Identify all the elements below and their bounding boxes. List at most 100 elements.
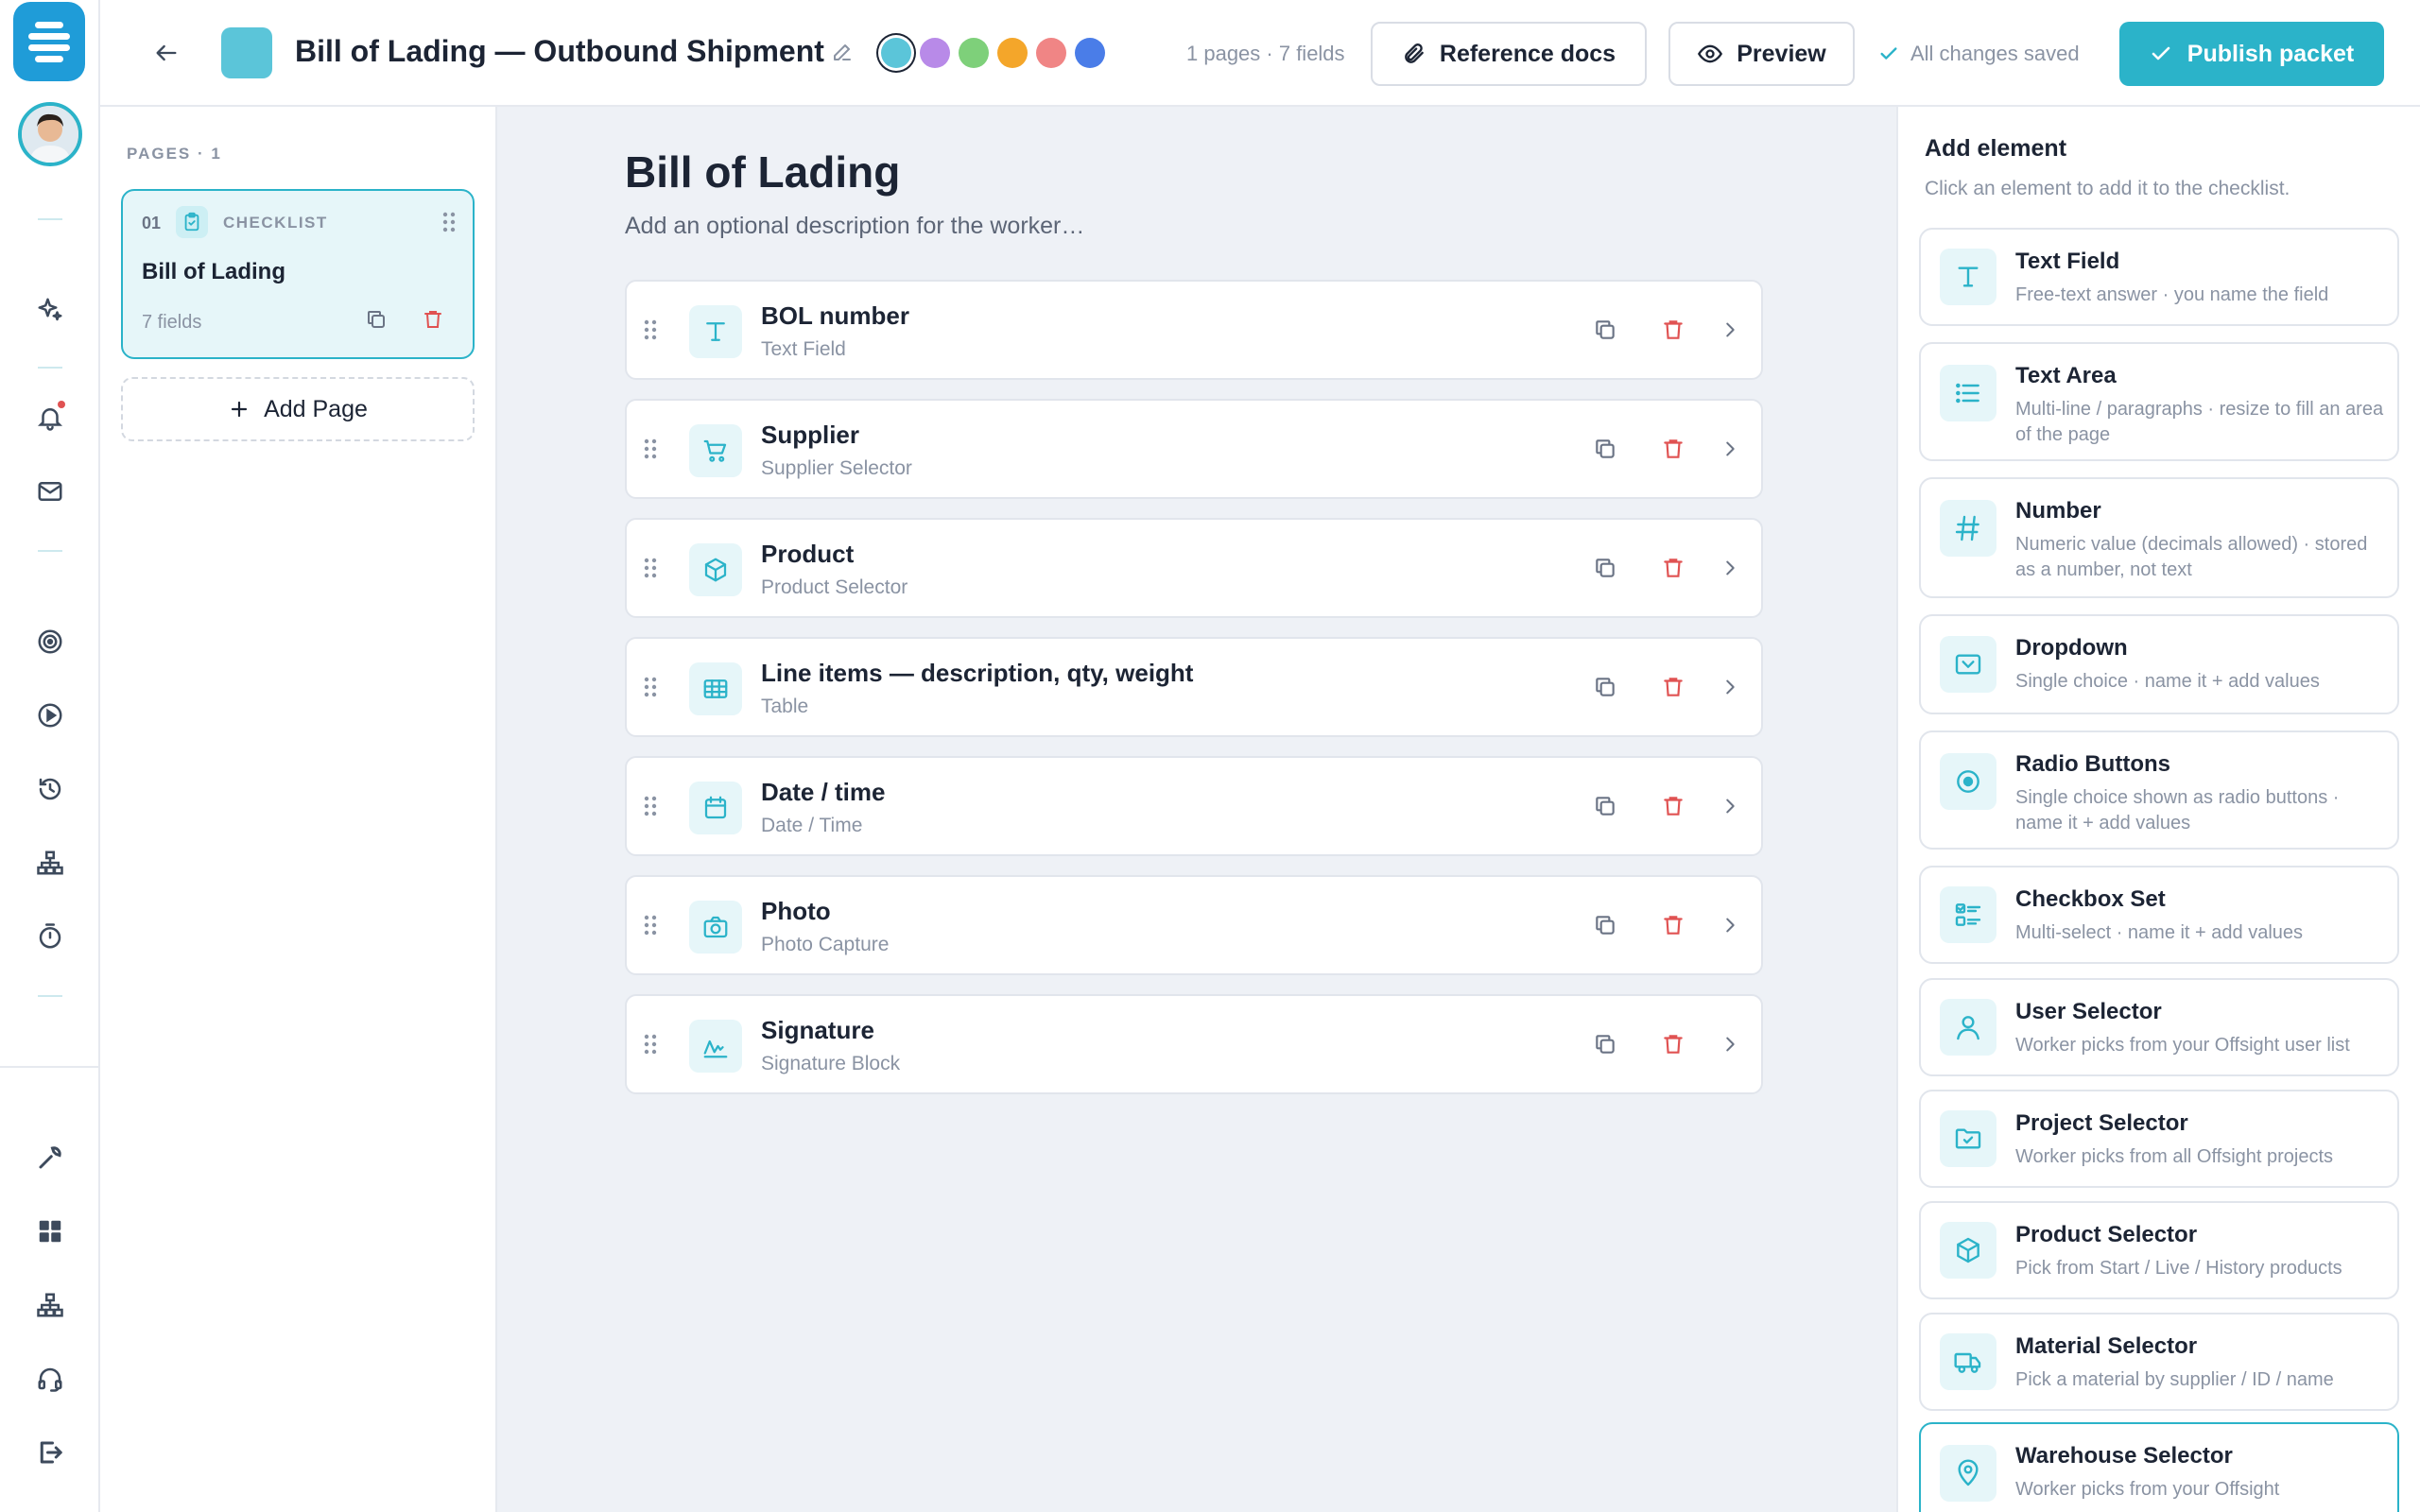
preview-button[interactable]: Preview [1668,22,1855,86]
rail-divider [38,367,62,369]
hierarchy-icon[interactable] [31,844,69,882]
chevron-right-icon[interactable] [1720,558,1740,578]
org-chart-icon[interactable] [31,1286,69,1324]
reference-docs-button[interactable]: Reference docs [1371,22,1647,86]
user-avatar[interactable] [18,102,82,166]
drag-handle-icon[interactable] [644,915,657,936]
color-option[interactable] [920,38,950,68]
publish-packet-button[interactable]: Publish packet [2119,22,2384,86]
color-option[interactable] [959,38,989,68]
bell-icon[interactable] [31,399,69,437]
packet-color-swatch[interactable] [221,27,272,78]
trash-icon[interactable] [422,308,444,331]
element-card[interactable]: Radio Buttons Single choice shown as radi… [1919,730,2399,850]
trash-icon[interactable] [1661,437,1685,461]
history-icon[interactable] [31,770,69,808]
page-heading[interactable]: Bill of Lading [625,146,900,198]
field-name: Product [761,540,855,568]
add-page-button[interactable]: Add Page [121,377,475,441]
field-type: Table [761,696,809,717]
trash-icon[interactable] [1661,1032,1685,1057]
duplicate-icon[interactable] [1593,437,1617,461]
chevron-right-icon[interactable] [1720,915,1740,936]
play-icon[interactable] [31,696,69,734]
element-card[interactable]: Text Field Free-text answer · you name th… [1919,228,2399,326]
logout-icon[interactable] [31,1434,69,1471]
element-description: Worker picks from your Offsight [2015,1479,2280,1500]
element-card[interactable]: Number Numeric value (decimals allowed) ·… [1919,477,2399,598]
field-name: Supplier [761,421,860,449]
back-arrow-icon[interactable] [147,34,185,72]
clipboard-check-icon [176,206,208,238]
page-card[interactable]: 01 CHECKLIST Bill of Lading 7 fields [121,189,475,359]
element-card[interactable]: Text Area Multi-line / paragraphs · resiz… [1919,342,2399,461]
duplicate-icon[interactable] [365,308,388,331]
field-row[interactable]: Photo Photo Capture [625,875,1763,975]
lines-icon [1940,365,1996,421]
color-option[interactable] [1075,38,1105,68]
element-card[interactable]: Project Selector Worker picks from all Of… [1919,1090,2399,1188]
field-row[interactable]: Product Product Selector [625,518,1763,618]
field-row[interactable]: BOL number Text Field [625,280,1763,380]
pencil-icon[interactable] [828,38,856,66]
duplicate-icon[interactable] [1593,1032,1617,1057]
drag-handle-icon[interactable] [644,796,657,816]
duplicate-icon[interactable] [1593,318,1617,342]
duplicate-icon[interactable] [1593,794,1617,818]
element-description: Numeric value (decimals allowed) · store… [2015,534,2368,580]
timer-icon[interactable] [31,918,69,955]
publish-packet-label: Publish packet [2187,40,2355,67]
element-card[interactable]: Dropdown Single choice · name it + add va… [1919,614,2399,714]
drag-handle-icon[interactable] [644,319,657,340]
drag-handle-icon[interactable] [644,677,657,697]
page-title: Bill of Lading [142,259,285,284]
trash-icon[interactable] [1661,913,1685,937]
field-row[interactable]: Supplier Supplier Selector [625,399,1763,499]
duplicate-icon[interactable] [1593,913,1617,937]
mail-icon[interactable] [31,472,69,510]
chevron-right-icon[interactable] [1720,677,1740,697]
drag-handle-icon[interactable] [644,1034,657,1055]
element-description: Worker picks from all Offsight projects [2015,1146,2334,1167]
check-icon [1880,47,1897,60]
element-card[interactable]: User Selector Worker picks from your Offs… [1919,978,2399,1076]
chevron-right-icon[interactable] [1720,438,1740,459]
support-icon[interactable] [31,1360,69,1398]
app-logo[interactable] [13,2,85,81]
duplicate-icon[interactable] [1593,556,1617,580]
element-description: Free-text answer · you name the field [2015,284,2329,305]
dashboard-icon[interactable] [31,1212,69,1250]
drag-handle-icon[interactable] [644,438,657,459]
color-option[interactable] [1036,38,1066,68]
field-row[interactable]: Line items — description, qty, weight Tab… [625,637,1763,737]
wrench-icon[interactable] [31,1139,69,1177]
rail-separator [0,1066,100,1068]
packet-title[interactable]: Bill of Lading — Outbound Shipment [295,34,824,69]
chevron-right-icon[interactable] [1720,319,1740,340]
chevron-right-icon[interactable] [1720,1034,1740,1055]
target-icon[interactable] [31,623,69,661]
duplicate-icon[interactable] [1593,675,1617,699]
element-card[interactable]: Material Selector Pick a material by supp… [1919,1313,2399,1411]
drag-handle-icon[interactable] [442,212,456,232]
color-option[interactable] [997,38,1028,68]
trash-icon[interactable] [1661,556,1685,580]
chevron-right-icon[interactable] [1720,796,1740,816]
pages-panel: PAGES · 1 01 CHECKLIST Bill of Lading 7 … [100,107,497,1512]
drag-handle-icon[interactable] [644,558,657,578]
element-card[interactable]: Product Selector Pick from Start / Live /… [1919,1201,2399,1299]
trash-icon[interactable] [1661,318,1685,342]
save-status-label: All changes saved [1910,42,2080,65]
sparkle-icon[interactable] [31,291,69,329]
trash-icon[interactable] [1661,675,1685,699]
description-input[interactable]: Add an optional description for the work… [625,213,1084,240]
element-card[interactable]: Checkbox Set Multi-select · name it + add… [1919,866,2399,964]
element-card[interactable]: Warehouse Selector Worker picks from your… [1919,1422,2399,1512]
color-option[interactable] [881,38,911,68]
signature-icon [689,1020,742,1073]
field-row[interactable]: Date / time Date / Time [625,756,1763,856]
trash-icon[interactable] [1661,794,1685,818]
field-row[interactable]: Signature Signature Block [625,994,1763,1094]
pin-icon [1940,1445,1996,1502]
field-name: Line items — description, qty, weight [761,659,1194,687]
